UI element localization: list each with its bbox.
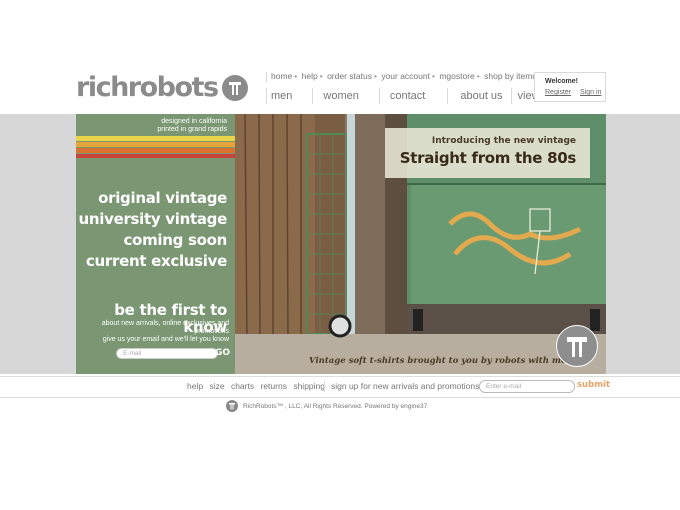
nav-contact[interactable]: contact	[380, 88, 449, 104]
top-link-mgostore[interactable]: mgostore	[439, 71, 474, 81]
footer-email-input[interactable]: Enter e-mail	[479, 380, 575, 393]
copyright-text: RichRobots™ , LLC, All Rights Reserved. …	[243, 402, 428, 410]
retro-stripe	[76, 136, 235, 141]
go-button[interactable]: GO	[215, 348, 230, 358]
nav-women[interactable]: women	[313, 88, 380, 104]
announce-line-2: Straight from the 80s	[399, 149, 577, 167]
top-link-order-status[interactable]: order status	[327, 71, 372, 81]
signin-link[interactable]: Sign in	[580, 89, 601, 96]
top-links: home • help • order status • your account • …	[266, 71, 537, 82]
footer-link-shipping[interactable]: shipping	[293, 381, 325, 391]
retro-stripe	[76, 148, 235, 153]
welcome-box: Welcome! Register Sign in	[534, 72, 606, 102]
footer-link-charts[interactable]: charts	[231, 381, 254, 391]
logo-text: richrobots	[76, 72, 219, 103]
top-link-home[interactable]: home	[271, 71, 292, 81]
cta-line: promotions	[194, 328, 229, 335]
headline-university-vintage[interactable]: university vintage	[79, 211, 228, 228]
footer-link-help[interactable]: help	[187, 381, 203, 391]
headline-current-exclusive[interactable]: current exclusive	[86, 253, 227, 270]
copyright: RichRobots™ , LLC, All Rights Reserved. …	[226, 399, 427, 413]
headline-coming-soon: coming soon	[123, 231, 227, 249]
announcement-banner: Introducing the new vintage Straight fro…	[385, 128, 590, 178]
robot-logo-icon	[221, 75, 248, 101]
announce-line-1: Introducing the new vintage	[431, 136, 576, 146]
top-link-shop-by-item[interactable]: shop by item#	[484, 71, 537, 81]
nav-about-us[interactable]: about us	[448, 88, 512, 104]
separator: •	[476, 71, 480, 81]
tagline-printed: printed in grand rapids	[157, 126, 227, 133]
separator: •	[373, 71, 377, 81]
signup-text: sign up for new arrivals and promotions	[324, 381, 479, 392]
separator: •	[319, 71, 323, 81]
submit-button[interactable]: submit	[577, 380, 610, 390]
nav-men[interactable]: men	[267, 88, 314, 104]
footer-link-size[interactable]: size	[209, 381, 224, 391]
site-logo[interactable]: richrobots	[76, 72, 248, 104]
email-field[interactable]: E-mail	[116, 348, 218, 359]
retro-stripe	[76, 142, 235, 147]
footer-links: help size charts returns shipping	[187, 381, 329, 391]
main-nav: men women contact about us view cart	[266, 88, 571, 104]
tagline-designed: designed in california	[161, 118, 227, 125]
separator: •	[431, 71, 435, 81]
separator: •	[294, 71, 298, 81]
hero-caption: Vintage soft t-shirts brought to you by …	[309, 356, 586, 366]
cta-line: give us your email and we'll let you kno…	[102, 336, 229, 343]
top-link-your-account[interactable]: your account	[381, 71, 430, 81]
welcome-title: Welcome!	[545, 78, 578, 85]
footer-link-returns[interactable]: returns	[260, 381, 286, 391]
hero-image: Introducing the new vintage Straight fro…	[235, 114, 606, 374]
robot-small-icon	[226, 400, 238, 412]
top-link-help[interactable]: help	[302, 71, 318, 81]
robot-badge-icon	[556, 325, 598, 367]
headline-original-vintage[interactable]: original vintage	[98, 190, 227, 207]
retro-stripe	[76, 154, 235, 158]
cta-line: about new arrivals, online exclusives,an…	[101, 320, 229, 327]
promo-panel: designed in california printed in grand …	[76, 114, 235, 374]
register-link[interactable]: Register	[545, 89, 571, 96]
